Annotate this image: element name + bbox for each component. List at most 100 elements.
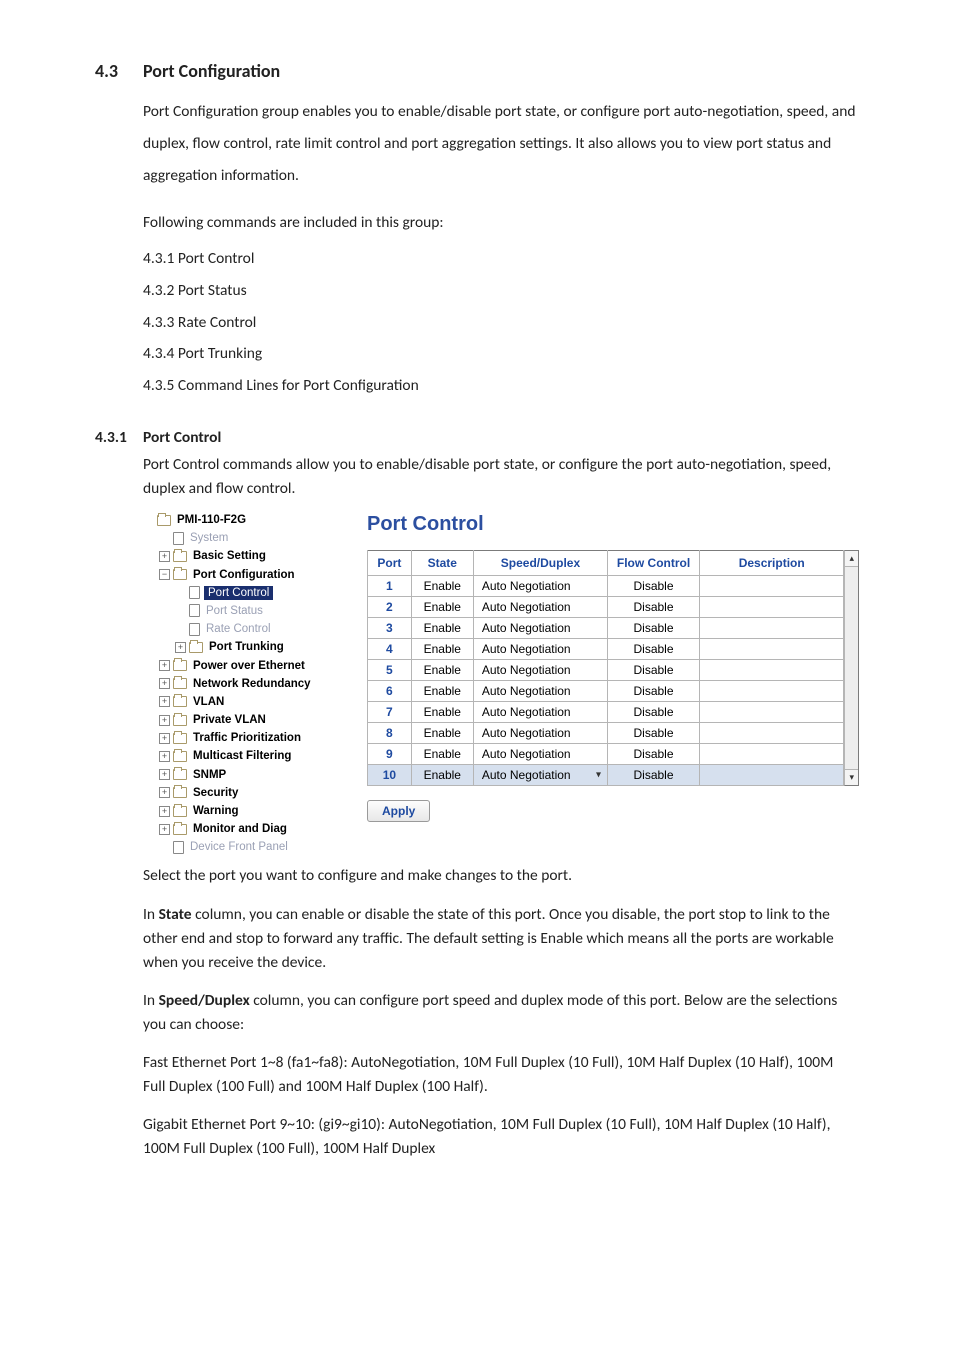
collapse-icon[interactable]: − bbox=[159, 569, 170, 580]
tree-item-system[interactable]: System bbox=[143, 529, 345, 547]
expand-icon[interactable]: + bbox=[159, 715, 170, 726]
tree-root[interactable]: PMI-110-F2G bbox=[143, 511, 345, 529]
tree-item-private-vlan[interactable]: +Private VLAN bbox=[143, 711, 345, 729]
cell-speed-duplex[interactable]: Auto Negotiation bbox=[473, 638, 607, 659]
tree-item-port-control[interactable]: Port Control bbox=[143, 584, 345, 602]
cell-description[interactable] bbox=[700, 659, 844, 680]
table-row[interactable]: 2EnableAuto NegotiationDisable bbox=[368, 596, 844, 617]
cell-port[interactable]: 4 bbox=[368, 638, 412, 659]
page-icon bbox=[189, 604, 200, 617]
scroll-down-icon[interactable]: ▾ bbox=[845, 769, 858, 785]
expand-icon[interactable]: + bbox=[159, 751, 170, 762]
cell-description[interactable] bbox=[700, 743, 844, 764]
cell-port[interactable]: 2 bbox=[368, 596, 412, 617]
tree-item-warning[interactable]: + Warning bbox=[143, 802, 345, 820]
cell-speed-duplex[interactable]: Auto Negotiation bbox=[473, 680, 607, 701]
explain-fast-ethernet: Fast Ethernet Port 1~8 (fa1~fa8): AutoNe… bbox=[143, 1051, 859, 1099]
cell-speed-duplex[interactable]: Auto Negotiation bbox=[473, 575, 607, 596]
cell-flow-control[interactable]: Disable bbox=[608, 701, 700, 722]
cell-flow-control[interactable]: Disable bbox=[608, 617, 700, 638]
tree-item-port-status[interactable]: Port Status bbox=[143, 602, 345, 620]
expand-icon[interactable]: + bbox=[159, 696, 170, 707]
cell-state[interactable]: Enable bbox=[411, 596, 473, 617]
cell-state[interactable]: Enable bbox=[411, 617, 473, 638]
cell-state[interactable]: Enable bbox=[411, 764, 473, 785]
table-row[interactable]: 5EnableAuto NegotiationDisable bbox=[368, 659, 844, 680]
cell-speed-duplex[interactable]: Auto Negotiation bbox=[473, 659, 607, 680]
cell-flow-control[interactable]: Disable bbox=[608, 764, 700, 785]
cell-port[interactable]: 10 bbox=[368, 764, 412, 785]
table-row[interactable]: 9EnableAuto NegotiationDisable bbox=[368, 743, 844, 764]
apply-button[interactable]: Apply bbox=[367, 800, 430, 822]
cell-speed-duplex[interactable]: Auto Negotiation bbox=[473, 743, 607, 764]
cell-state[interactable]: Enable bbox=[411, 638, 473, 659]
table-row[interactable]: 4EnableAuto NegotiationDisable bbox=[368, 638, 844, 659]
cell-description[interactable] bbox=[700, 617, 844, 638]
cell-description[interactable] bbox=[700, 680, 844, 701]
cell-state[interactable]: Enable bbox=[411, 680, 473, 701]
tree-item-network-redundancy[interactable]: +Network Redundancy bbox=[143, 675, 345, 693]
cell-speed-duplex[interactable]: Auto Negotiation bbox=[473, 701, 607, 722]
scroll-track[interactable] bbox=[845, 567, 858, 769]
tree-item-multicast-filtering[interactable]: +Multicast Filtering bbox=[143, 747, 345, 765]
cell-state[interactable]: Enable bbox=[411, 575, 473, 596]
cell-description[interactable] bbox=[700, 596, 844, 617]
cell-port[interactable]: 7 bbox=[368, 701, 412, 722]
tree-item-rate-control[interactable]: Rate Control bbox=[143, 620, 345, 638]
cell-state[interactable]: Enable bbox=[411, 722, 473, 743]
cell-description[interactable] bbox=[700, 701, 844, 722]
expand-icon[interactable]: + bbox=[159, 660, 170, 671]
expand-icon[interactable]: + bbox=[159, 824, 170, 835]
cell-description[interactable] bbox=[700, 575, 844, 596]
tree-item-vlan[interactable]: +VLAN bbox=[143, 693, 345, 711]
tree-item-basic-setting[interactable]: +Basic Setting bbox=[143, 547, 345, 565]
expand-icon[interactable]: + bbox=[159, 769, 170, 780]
cell-flow-control[interactable]: Disable bbox=[608, 743, 700, 764]
cell-state[interactable]: Enable bbox=[411, 701, 473, 722]
cell-port[interactable]: 9 bbox=[368, 743, 412, 764]
cell-state[interactable]: Enable bbox=[411, 743, 473, 764]
cell-port[interactable]: 3 bbox=[368, 617, 412, 638]
cell-flow-control[interactable]: Disable bbox=[608, 722, 700, 743]
cell-port[interactable]: 8 bbox=[368, 722, 412, 743]
table-row[interactable]: 10EnableAuto NegotiationDisable bbox=[368, 764, 844, 785]
tree-item-poe[interactable]: +Power over Ethernet bbox=[143, 656, 345, 674]
table-row[interactable]: 3EnableAuto NegotiationDisable bbox=[368, 617, 844, 638]
cell-port[interactable]: 1 bbox=[368, 575, 412, 596]
expand-icon[interactable]: + bbox=[159, 678, 170, 689]
scrollbar[interactable]: ▴ ▾ bbox=[844, 550, 859, 786]
tree-label: Warning bbox=[191, 805, 241, 817]
table-row[interactable]: 7EnableAuto NegotiationDisable bbox=[368, 701, 844, 722]
cell-description[interactable] bbox=[700, 638, 844, 659]
expand-icon[interactable]: + bbox=[159, 806, 170, 817]
expand-icon[interactable]: + bbox=[175, 642, 186, 653]
cell-flow-control[interactable]: Disable bbox=[608, 680, 700, 701]
tree-item-monitor-diag[interactable]: +Monitor and Diag bbox=[143, 820, 345, 838]
cell-speed-duplex[interactable]: Auto Negotiation bbox=[473, 722, 607, 743]
cell-port[interactable]: 5 bbox=[368, 659, 412, 680]
expand-icon[interactable]: + bbox=[159, 733, 170, 744]
tree-item-traffic-prioritization[interactable]: +Traffic Prioritization bbox=[143, 729, 345, 747]
cell-speed-duplex[interactable]: Auto Negotiation bbox=[473, 617, 607, 638]
tree-item-snmp[interactable]: +SNMP bbox=[143, 766, 345, 784]
cell-description[interactable] bbox=[700, 722, 844, 743]
tree-item-port-trunking[interactable]: +Port Trunking bbox=[143, 638, 345, 656]
cell-port[interactable]: 6 bbox=[368, 680, 412, 701]
table-row[interactable]: 1EnableAuto NegotiationDisable bbox=[368, 575, 844, 596]
cell-flow-control[interactable]: Disable bbox=[608, 659, 700, 680]
scroll-up-icon[interactable]: ▴ bbox=[845, 551, 858, 567]
cell-state[interactable]: Enable bbox=[411, 659, 473, 680]
table-row[interactable]: 8EnableAuto NegotiationDisable bbox=[368, 722, 844, 743]
expand-icon[interactable]: + bbox=[159, 551, 170, 562]
cell-flow-control[interactable]: Disable bbox=[608, 575, 700, 596]
table-row[interactable]: 6EnableAuto NegotiationDisable bbox=[368, 680, 844, 701]
tree-item-security[interactable]: +Security bbox=[143, 784, 345, 802]
expand-icon[interactable]: + bbox=[159, 787, 170, 798]
cell-speed-duplex[interactable]: Auto Negotiation bbox=[473, 596, 607, 617]
cell-flow-control[interactable]: Disable bbox=[608, 638, 700, 659]
cell-speed-duplex[interactable]: Auto Negotiation bbox=[473, 764, 607, 785]
tree-item-device-front-panel[interactable]: Device Front Panel bbox=[143, 838, 345, 856]
cell-description[interactable] bbox=[700, 764, 844, 785]
cell-flow-control[interactable]: Disable bbox=[608, 596, 700, 617]
tree-item-port-configuration[interactable]: −Port Configuration bbox=[143, 565, 345, 583]
